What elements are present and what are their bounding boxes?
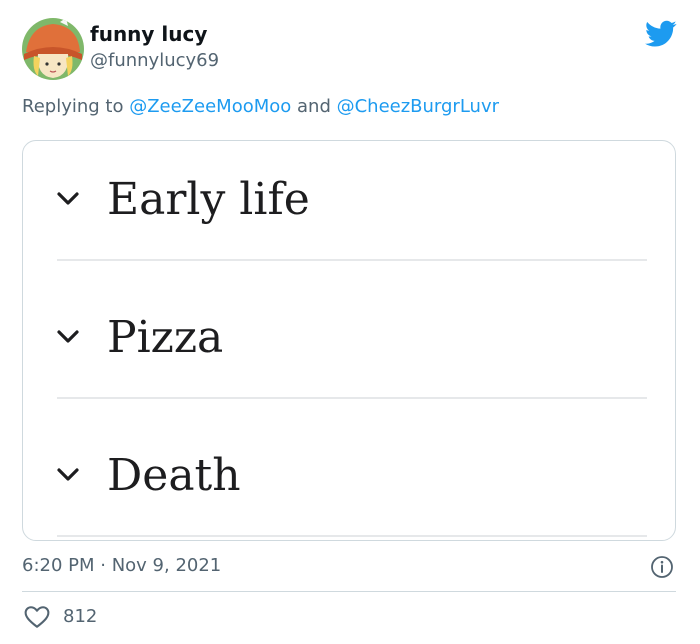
section-death: Death xyxy=(57,417,647,537)
divider xyxy=(57,535,647,537)
tweet-media-image[interactable]: Early life Pizza Death xyxy=(22,140,676,541)
tweet-card: funny lucy @funnylucy69 Replying to @Zee… xyxy=(0,0,700,644)
info-icon[interactable] xyxy=(650,555,674,579)
section-title: Death xyxy=(107,450,241,501)
divider xyxy=(22,591,676,592)
divider xyxy=(57,397,647,399)
mention-link[interactable]: @ZeeZeeMooMoo xyxy=(129,96,291,117)
section-early-life: Early life xyxy=(57,141,647,261)
section-pizza: Pizza xyxy=(57,279,647,399)
divider xyxy=(57,259,647,261)
reply-context: Replying to @ZeeZeeMooMoo and @CheezBurg… xyxy=(22,96,499,117)
chevron-down-icon xyxy=(57,468,79,481)
author-name[interactable]: funny lucy xyxy=(90,22,207,46)
avatar[interactable] xyxy=(22,18,84,80)
chevron-down-icon xyxy=(57,192,79,205)
reply-prefix: Replying to xyxy=(22,96,130,117)
section-title: Pizza xyxy=(107,312,224,363)
mention-joiner: and xyxy=(291,96,337,117)
like-count[interactable]: 812 xyxy=(63,606,97,627)
twitter-bird-icon[interactable] xyxy=(645,20,677,48)
heart-icon[interactable] xyxy=(24,605,50,629)
mention-link[interactable]: @CheezBurgrLuvr xyxy=(337,96,499,117)
chevron-down-icon xyxy=(57,330,79,343)
author-handle[interactable]: @funnylucy69 xyxy=(90,50,219,71)
tweet-timestamp[interactable]: 6:20 PM · Nov 9, 2021 xyxy=(22,555,221,576)
section-title: Early life xyxy=(107,174,310,225)
